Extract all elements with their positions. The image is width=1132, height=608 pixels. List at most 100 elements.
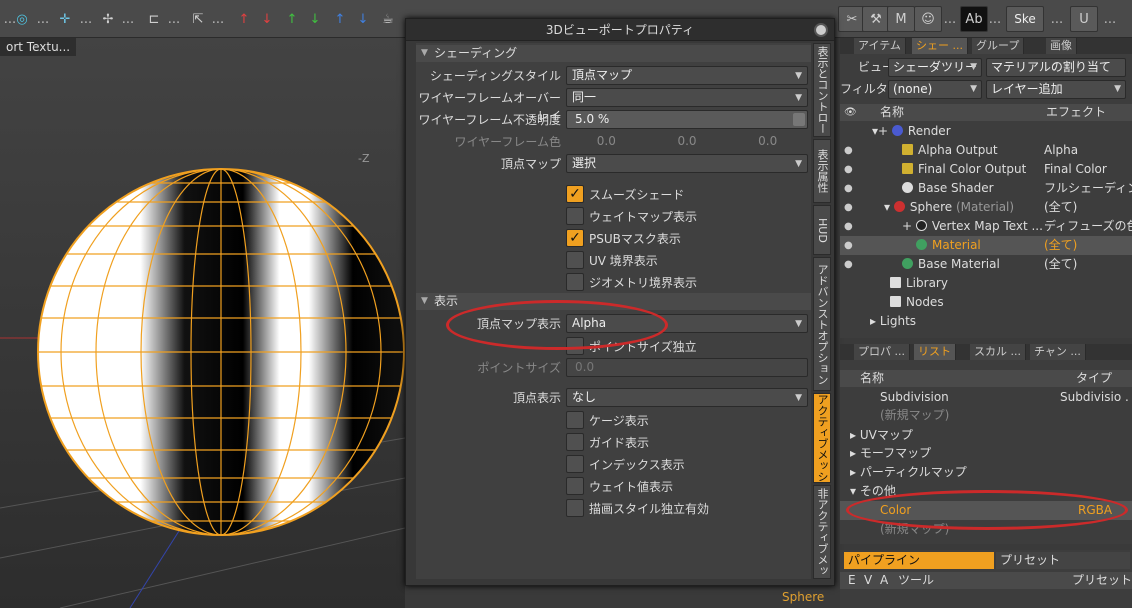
assign-material-button[interactable]: マテリアルの割り当て <box>986 58 1126 77</box>
m-icon[interactable]: M <box>887 6 915 32</box>
tab-channels[interactable]: チャン ... <box>1030 344 1086 360</box>
tree-row-alpha-output[interactable]: ● Alpha Output Alpha <box>840 141 1132 160</box>
select-icon[interactable]: ⇱ <box>188 9 208 29</box>
slider-handle-icon[interactable] <box>793 113 805 126</box>
eye-icon[interactable]: ● <box>844 141 858 160</box>
toolbar-overflow[interactable]: ... <box>208 9 228 29</box>
tab-inactive-mesh[interactable]: 非アクティブメッシュ <box>813 485 831 579</box>
tab-properties[interactable]: プロパ ... <box>854 344 910 360</box>
tree-row-base-material[interactable]: ● Base Material (全て) <box>840 255 1132 274</box>
tab-scalars[interactable]: スカル ... <box>970 344 1026 360</box>
toolbar-overflow[interactable]: ... <box>118 9 138 29</box>
eye-icon[interactable]: ● <box>844 236 858 255</box>
index-checkbox[interactable]: インデックス表示 <box>566 455 685 473</box>
tab-display-attr[interactable]: 表示属性 <box>813 139 831 203</box>
toolbar-overflow[interactable]: ... <box>33 9 53 29</box>
toolbar-overflow[interactable]: ... <box>940 9 960 29</box>
ab-icon[interactable]: Ab <box>960 6 988 32</box>
toolbar-overflow[interactable]: ... <box>1047 9 1067 29</box>
add-layer-dropdown[interactable]: レイヤー追加 ▼ <box>986 80 1126 99</box>
snap-icon[interactable]: ⊏ <box>144 9 164 29</box>
toolbar-overflow[interactable]: ... <box>76 9 96 29</box>
unreal-icon[interactable]: U <box>1070 6 1098 32</box>
shading-section-header[interactable]: ▼ シェーディング <box>416 45 811 62</box>
checkbox-label: ジオメトリ境界表示 <box>589 275 698 290</box>
tab-display-control[interactable]: 表示とコントロール <box>813 43 831 137</box>
tab-pipeline[interactable]: パイプライン <box>844 552 994 569</box>
teapot-icon[interactable]: ☕ <box>378 9 398 29</box>
row-name: Nodes <box>906 295 944 309</box>
row-effect[interactable]: (全て) <box>1044 198 1132 217</box>
weight-map-checkbox[interactable]: ウェイトマップ表示 <box>566 207 697 225</box>
smooth-shade-checkbox[interactable]: ✓ スムーズシェード <box>566 185 684 203</box>
crosshair-icon[interactable]: ✛ <box>55 9 75 29</box>
tree-row-lights[interactable]: ▸ Lights <box>840 312 1132 331</box>
tree-row-render[interactable]: ▾+ Render <box>840 122 1132 141</box>
row-effect[interactable]: (全て) <box>1044 236 1132 255</box>
row-effect[interactable]: Alpha <box>1044 141 1132 160</box>
sphere-render[interactable]: -Z <box>0 38 405 608</box>
circle-target-icon[interactable]: ◎ <box>12 9 32 29</box>
tree-row-library[interactable]: Library <box>840 274 1132 293</box>
tab-hud[interactable]: HUD <box>813 205 831 255</box>
arrow-up-blue-icon[interactable]: ↑ <box>330 9 350 29</box>
arrow-down-red-icon[interactable]: ↓ <box>257 9 277 29</box>
eye-icon[interactable]: ● <box>844 198 858 217</box>
toolbar-overflow[interactable]: ... <box>164 9 184 29</box>
wire-opacity-field[interactable]: 5.0 % <box>566 110 808 129</box>
tab-groups[interactable]: グループ <box>972 38 1025 54</box>
tab-list[interactable]: リスト <box>914 344 956 360</box>
geometry-boundary-checkbox[interactable]: ジオメトリ境界表示 <box>566 273 697 291</box>
face-icon[interactable]: ☺ <box>914 6 942 32</box>
tab-images[interactable]: 画像 <box>1046 38 1077 54</box>
tab-shader[interactable]: シェー ... <box>912 38 968 54</box>
arrow-down-blue-icon[interactable]: ↓ <box>353 9 373 29</box>
list-row-subdivision[interactable]: Subdivision Subdivisio ... <box>840 388 1132 407</box>
eye-icon[interactable]: ● <box>844 160 858 179</box>
list-row-uv-map[interactable]: ▸ UVマップ <box>840 426 1132 445</box>
arrow-down-green-icon[interactable]: ↓ <box>305 9 325 29</box>
toolbar-overflow[interactable]: ... <box>1100 9 1120 29</box>
hammer-icon[interactable]: ⚒ <box>862 6 890 32</box>
arrow-up-red-icon[interactable]: ↑ <box>234 9 254 29</box>
fan-icon[interactable]: ✢ <box>98 9 118 29</box>
list-row-particle-map[interactable]: ▸ パーティクルマップ <box>840 463 1132 482</box>
shading-style-dropdown[interactable]: 頂点マップ ▼ <box>566 66 808 85</box>
eye-icon[interactable]: ● <box>844 217 858 236</box>
tree-row-final-color[interactable]: ● Final Color Output Final Color <box>840 160 1132 179</box>
skeleton-button[interactable]: Ske <box>1006 6 1044 32</box>
viewport-texture-tab[interactable]: ort Textu... <box>0 38 77 56</box>
toolbar-overflow[interactable]: ... <box>985 9 1005 29</box>
row-effect[interactable]: フルシェーディン... <box>1044 179 1132 198</box>
row-effect[interactable]: Final Color <box>1044 160 1132 179</box>
tree-row-nodes[interactable]: Nodes <box>840 293 1132 312</box>
row-effect[interactable]: (全て) <box>1044 255 1132 274</box>
view-dropdown[interactable]: シェーダツリー ▼ <box>888 58 982 77</box>
cage-checkbox[interactable]: ケージ表示 <box>566 411 649 429</box>
tree-row-vertex-map-texture[interactable]: ● + Vertex Map Text ... ディフューズの色 <box>840 217 1132 236</box>
tab-active-mesh[interactable]: アクティブメッシュ <box>813 393 831 483</box>
uv-boundary-checkbox[interactable]: UV 境界表示 <box>566 251 658 269</box>
wire-overlay-dropdown[interactable]: 同一 ▼ <box>566 88 808 107</box>
vertex-map-dropdown[interactable]: 選択 ▼ <box>566 154 808 173</box>
tab-advanced[interactable]: アドバンストオプション <box>813 257 831 391</box>
list-row-morph-map[interactable]: ▸ モーフマップ <box>840 444 1132 463</box>
guide-checkbox[interactable]: ガイド表示 <box>566 433 649 451</box>
tree-row-sphere-material[interactable]: ● ▾ Sphere (Material) (全て) <box>840 198 1132 217</box>
eye-icon[interactable]: ● <box>844 255 858 274</box>
tree-row-material[interactable]: ● Material (全て) <box>840 236 1132 255</box>
tab-preset[interactable]: プリセット <box>996 552 1130 569</box>
close-icon[interactable] <box>814 23 828 37</box>
list-row-new-map[interactable]: (新規マップ) <box>840 406 1132 425</box>
tree-row-base-shader[interactable]: ● Base Shader フルシェーディン... <box>840 179 1132 198</box>
row-effect[interactable]: ディフューズの色 <box>1044 217 1132 236</box>
draw-style-checkbox[interactable]: 描画スタイル独立有効 <box>566 499 709 517</box>
filter-dropdown[interactable]: (none) ▼ <box>888 80 982 99</box>
psub-mask-checkbox[interactable]: ✓ PSUBマスク表示 <box>566 229 681 247</box>
tab-items[interactable]: アイテム <box>854 38 906 54</box>
arrow-up-green-icon[interactable]: ↑ <box>282 9 302 29</box>
eye-icon[interactable]: ● <box>844 179 858 198</box>
vertex-display-dropdown[interactable]: なし ▼ <box>566 388 808 407</box>
3d-viewport[interactable]: -Z ort Textu... <box>0 38 405 608</box>
weight-value-checkbox[interactable]: ウェイト値表示 <box>566 477 673 495</box>
